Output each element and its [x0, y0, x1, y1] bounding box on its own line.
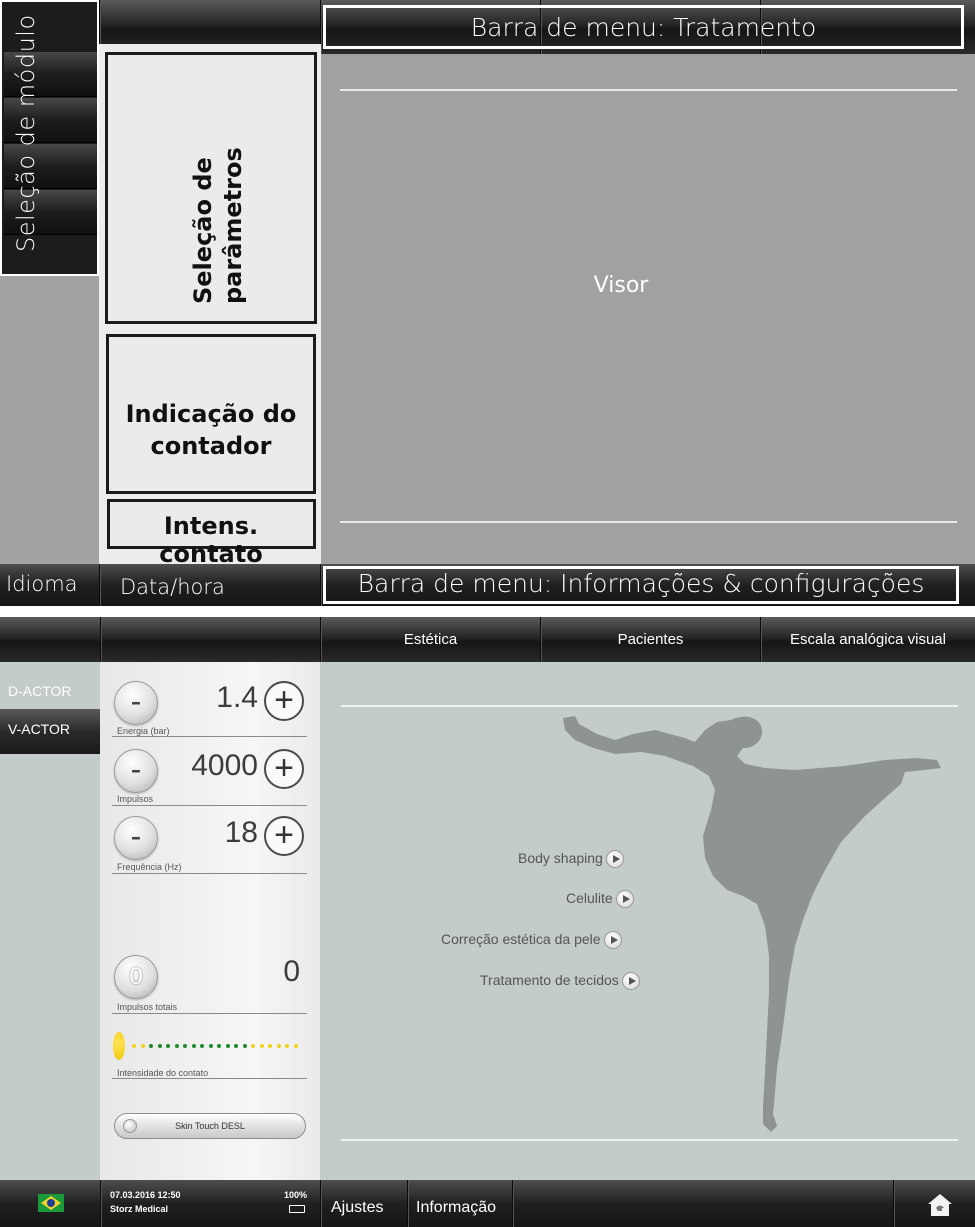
total-impulses-value: 0	[283, 955, 300, 988]
contact-dot	[149, 1044, 153, 1048]
contact-dot	[285, 1044, 289, 1048]
contact-dot	[259, 1044, 264, 1048]
play-icon	[603, 931, 622, 950]
contact-dot	[234, 1044, 238, 1048]
link-body-shaping[interactable]: Body shaping	[518, 850, 624, 869]
language-label: Idioma	[6, 572, 78, 596]
contact-intensity-label: Intensidade do contato	[117, 1068, 209, 1078]
contact-dot	[132, 1044, 136, 1048]
link-skin-correction[interactable]: Correção estética da pele	[441, 931, 622, 950]
reset-counter-button[interactable]: 0	[114, 955, 158, 999]
contact-sensor-icon	[113, 1032, 125, 1060]
contact-dot	[276, 1044, 281, 1048]
display-area	[321, 54, 975, 564]
contact-dot	[225, 1044, 230, 1048]
settings-button[interactable]: Ajustes	[331, 1199, 383, 1217]
menu-patients[interactable]: Pacientes	[541, 617, 760, 662]
impulses-value: 4000	[191, 749, 258, 782]
contact-dot	[140, 1044, 145, 1048]
device-screen: Estética Pacientes Escala analógica visu…	[0, 617, 975, 1227]
contact-dot	[217, 1044, 221, 1048]
energy-plus-button[interactable]: +	[264, 681, 304, 721]
treatment-menu-bar-label: Barra de menu: Tratamento	[470, 13, 817, 42]
play-icon	[615, 890, 634, 909]
parameter-panel	[100, 662, 320, 1180]
frequency-minus-button[interactable]: -	[114, 816, 158, 860]
link-tissue-treatment[interactable]: Tratamento de tecidos	[480, 972, 640, 991]
parameter-selection-label: Seleção de parâmetros	[189, 147, 247, 304]
information-button[interactable]: Informação	[416, 1199, 496, 1217]
battery-icon	[289, 1205, 305, 1213]
frequency-label: Frequência (Hz)	[117, 862, 182, 872]
contact-intensity-meter	[132, 1044, 298, 1050]
brazil-flag-icon[interactable]	[38, 1194, 64, 1212]
info-settings-bar-label: Barra de menu: Informações & configuraçõ…	[357, 569, 925, 598]
impulses-label: Impulsos	[117, 794, 154, 804]
datetime-label: Data/hora	[120, 575, 225, 599]
company-name: Storz Medical	[110, 1204, 169, 1214]
skin-touch-button[interactable]: Skin Touch DESL	[114, 1113, 306, 1139]
home-icon[interactable]	[925, 1192, 955, 1218]
play-icon	[621, 972, 640, 991]
frequency-value: 18	[224, 816, 258, 849]
annotated-layout-screen: Barra de menu: Tratamento Seleção de mód…	[0, 0, 975, 606]
display-label: Visor	[593, 273, 649, 298]
link-cellulite[interactable]: Celulite	[566, 890, 634, 909]
contact-dot	[251, 1044, 255, 1048]
menu-aesthetics[interactable]: Estética	[321, 617, 540, 662]
contact-dot	[293, 1044, 298, 1048]
total-impulses-label: Impulsos totais	[117, 1002, 178, 1012]
energy-minus-button[interactable]: -	[114, 681, 158, 725]
contact-dot	[157, 1044, 162, 1048]
contact-intensity-label: Intens. contato	[159, 512, 263, 568]
impulses-plus-button[interactable]: +	[264, 749, 304, 789]
skin-touch-icon	[123, 1119, 137, 1133]
datetime-value: 07.03.2016 12:50	[110, 1190, 181, 1200]
frequency-plus-button[interactable]: +	[264, 816, 304, 856]
contact-dot	[174, 1044, 179, 1048]
energy-label: Energia (bar)	[117, 726, 170, 736]
contact-dot	[208, 1044, 213, 1048]
contact-dot	[268, 1044, 272, 1048]
menu-visual-analog-scale[interactable]: Escala analógica visual	[761, 617, 975, 662]
counter-indication-label: Indicação do contador	[125, 400, 297, 460]
contact-dot	[200, 1044, 204, 1048]
impulses-minus-button[interactable]: -	[114, 749, 158, 793]
battery-percent: 100%	[284, 1190, 308, 1200]
module-selection-label: Seleção de módulo	[12, 14, 40, 252]
energy-value: 1.4	[216, 681, 258, 714]
module-v-actor[interactable]: V-ACTOR	[0, 709, 100, 754]
contact-dot	[166, 1044, 170, 1048]
contact-dot	[191, 1044, 196, 1048]
play-icon	[605, 850, 624, 869]
contact-dot	[183, 1044, 187, 1048]
contact-dot	[242, 1044, 247, 1048]
